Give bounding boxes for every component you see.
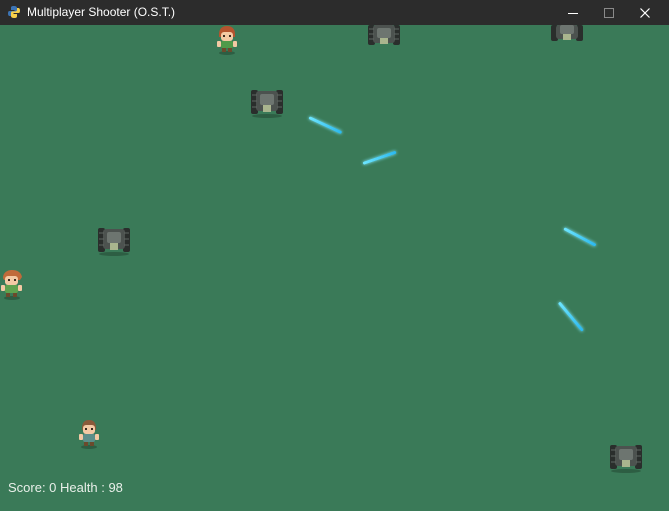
player-sprite: [79, 420, 99, 449]
tank-enemy-sprite: [98, 228, 130, 256]
python-icon: [8, 6, 20, 18]
window-title: Multiplayer Shooter (O.S.T.): [27, 5, 176, 19]
minimize-icon: [568, 12, 578, 14]
tank-enemy-sprite: [251, 90, 283, 118]
laser-bolt: [557, 301, 584, 332]
laser-bolt: [362, 150, 397, 165]
maximize-button[interactable]: [591, 0, 627, 25]
player-sprite: [217, 26, 237, 55]
game-canvas[interactable]: Score: 0 Health : 98: [0, 25, 669, 511]
window-titlebar[interactable]: Multiplayer Shooter (O.S.T.): [0, 0, 669, 25]
tank-enemy-sprite: [368, 25, 400, 45]
close-icon: [640, 7, 650, 18]
tank-enemy-sprite: [610, 445, 642, 473]
close-button[interactable]: [627, 0, 663, 25]
score-health-hud: Score: 0 Health : 98: [8, 480, 123, 495]
laser-bolt: [563, 227, 597, 247]
player-sprite: [1, 270, 22, 300]
minimize-button[interactable]: [555, 0, 591, 25]
tank-enemy-sprite: [551, 25, 583, 41]
maximize-icon: [604, 7, 614, 18]
laser-bolt: [308, 116, 343, 135]
